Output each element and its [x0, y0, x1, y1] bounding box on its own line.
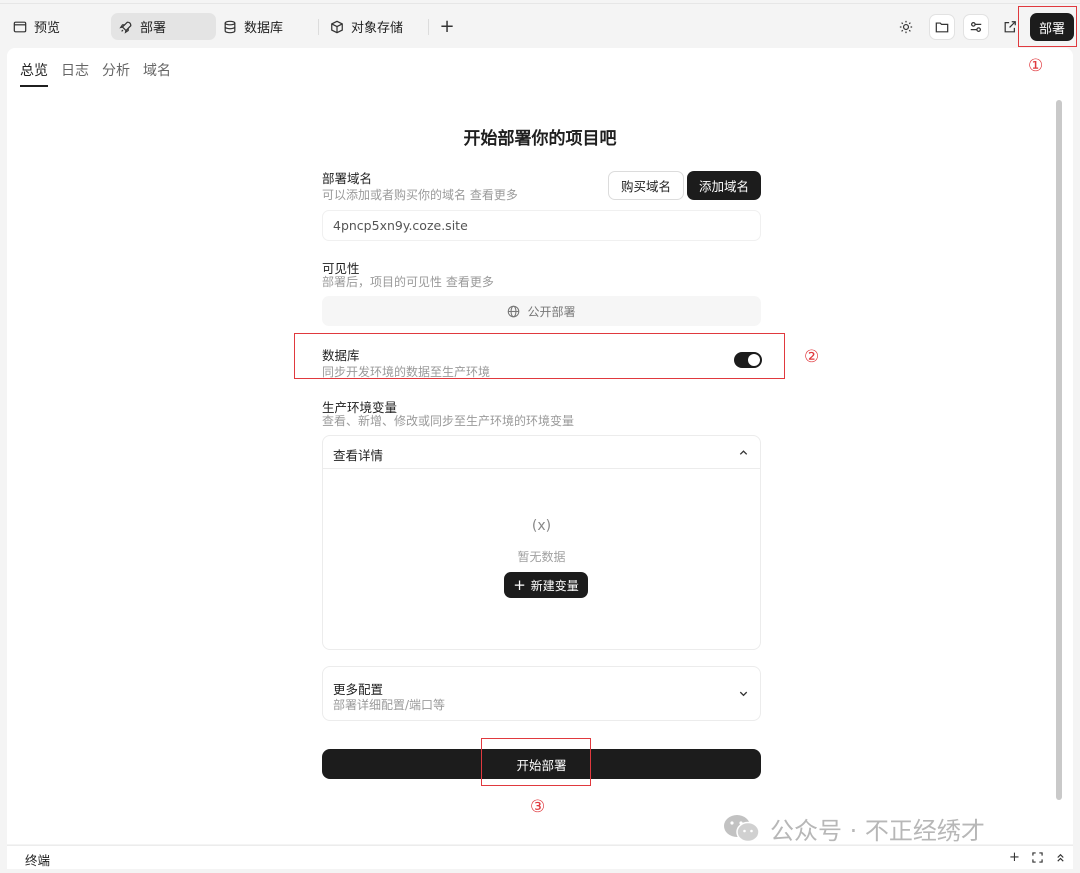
more-config-desc: 部署详细配置/端口等: [333, 698, 446, 712]
tab-preview-label: 预览: [34, 21, 61, 36]
wechat-icon: [724, 814, 760, 842]
add-terminal-icon[interactable]: +: [1008, 850, 1021, 865]
external-link-icon: [1004, 21, 1016, 33]
rocket-icon: [119, 21, 132, 34]
empty-state-text: 暂无数据: [517, 550, 566, 564]
top-bar: 预览 部署 数据库 对象存储 + 部署: [0, 0, 1080, 50]
tab-database-label: 数据库: [244, 21, 284, 36]
terminal-bar: 终端 +: [7, 845, 1073, 869]
public-deploy-option[interactable]: 公开部署: [322, 296, 761, 326]
env-variables-card: 查看详情 (x) 暂无数据 + 新建变量: [322, 435, 761, 650]
new-variable-label: 新建变量: [530, 578, 579, 593]
domain-desc: 可以添加或者购买你的域名 查看更多: [322, 188, 518, 202]
tab-database[interactable]: 数据库: [215, 13, 291, 40]
env-card-header[interactable]: 查看详情: [323, 436, 760, 469]
add-domain-button[interactable]: 添加域名: [687, 171, 761, 200]
domain-title: 部署域名: [322, 171, 373, 186]
annotation-box-start: [481, 738, 591, 786]
annotation-box-deploy: [1018, 6, 1077, 47]
folder-button[interactable]: [929, 14, 955, 40]
deploy-panel: 总览 日志 分析 域名 开始部署你的项目吧 部署域名 可以添加或者购买你的域名 …: [7, 48, 1073, 844]
domain-input[interactable]: 4pncp5xn9y.coze.site: [322, 210, 761, 241]
env-desc: 查看、新增、修改或同步至生产环境的环境变量: [322, 414, 575, 428]
tab-deploy[interactable]: 部署: [111, 13, 216, 40]
theme-toggle-button[interactable]: [893, 14, 919, 40]
settings-button[interactable]: [963, 14, 989, 40]
tab-separator: [428, 19, 429, 35]
terminal-label[interactable]: 终端: [25, 850, 50, 869]
sun-icon: [899, 20, 913, 34]
env-card-title: 查看详情: [333, 448, 384, 463]
public-deploy-label: 公开部署: [527, 304, 576, 319]
watermark-text: 公众号 · 不正经绣才: [770, 817, 985, 845]
page-title: 开始部署你的项目吧: [463, 129, 617, 149]
plus-icon: +: [513, 575, 526, 594]
sub-tabs: 总览 日志 分析 域名: [20, 60, 171, 87]
variable-icon: (x): [531, 518, 552, 534]
tab-object-storage[interactable]: 对象存储: [322, 13, 411, 40]
annotation-box-database: [294, 333, 785, 379]
chevron-down-icon: [739, 691, 748, 697]
database-icon: [224, 20, 236, 33]
folder-icon: [935, 22, 949, 33]
watermark: 公众号 · 不正经绣才: [722, 811, 985, 846]
new-variable-button[interactable]: + 新建变量: [504, 572, 588, 598]
subtab-logs[interactable]: 日志: [61, 60, 89, 87]
tab-preview[interactable]: 预览: [5, 13, 68, 40]
annotation-mark-1: ①: [1028, 56, 1044, 76]
subtab-overview[interactable]: 总览: [20, 60, 48, 87]
visibility-desc: 部署后，项目的可见性 查看更多: [322, 275, 494, 289]
sliders-icon: [970, 22, 982, 32]
add-tab-button[interactable]: +: [437, 14, 457, 39]
tab-separator: [318, 19, 319, 35]
tab-object-storage-label: 对象存储: [351, 21, 404, 36]
scrollbar[interactable]: [1056, 100, 1062, 800]
subtab-domains[interactable]: 域名: [143, 60, 171, 87]
globe-icon: [508, 305, 520, 317]
tab-deploy-label: 部署: [140, 21, 167, 36]
window-icon: [13, 21, 27, 32]
more-config-collapsible[interactable]: 更多配置 部署详细配置/端口等: [322, 666, 761, 721]
cube-icon: [331, 20, 343, 33]
subtab-analytics[interactable]: 分析: [102, 60, 130, 87]
expand-up-icon[interactable]: [1054, 851, 1067, 864]
buy-domain-button[interactable]: 购买域名: [608, 171, 684, 200]
fullscreen-icon[interactable]: [1031, 851, 1044, 864]
chevron-up-icon: [739, 450, 748, 455]
annotation-mark-2: ②: [804, 347, 820, 367]
annotation-mark-3: ③: [530, 797, 546, 817]
